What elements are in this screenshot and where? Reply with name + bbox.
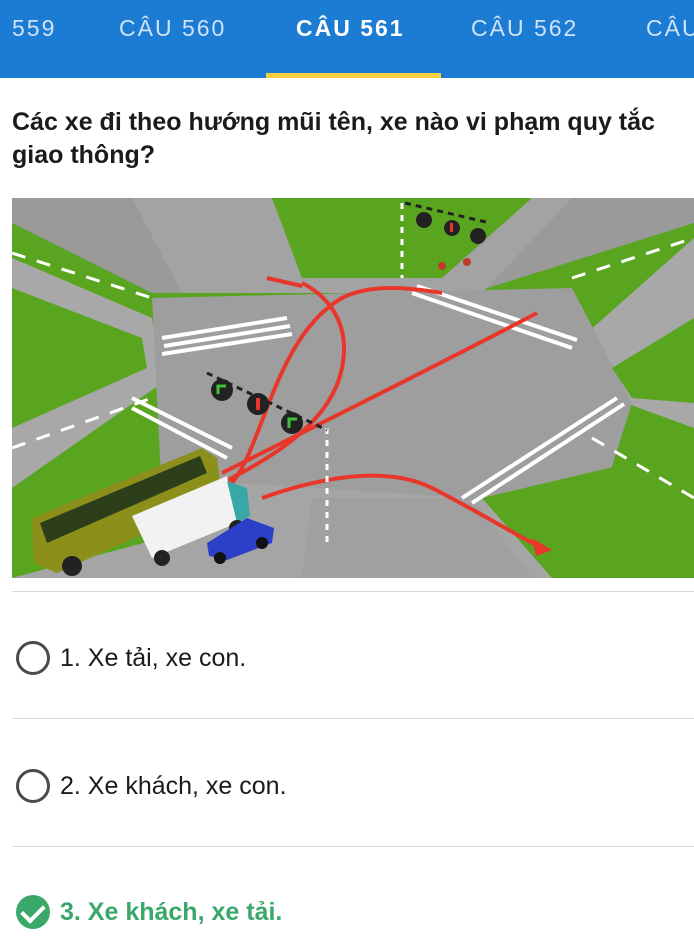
divider	[12, 591, 694, 592]
answer-label: 2. Xe khách, xe con.	[60, 771, 287, 800]
question-tab-bar: 559 CÂU 560 CÂU 561 CÂU 562 CÂU	[0, 0, 694, 78]
tab-559[interactable]: 559	[12, 0, 56, 78]
answer-label: 1. Xe tải, xe con.	[60, 643, 247, 672]
tab-cau-560[interactable]: CÂU 560	[119, 0, 226, 78]
answer-option-1[interactable]: 1. Xe tải, xe con.	[16, 636, 686, 680]
divider	[12, 718, 694, 719]
tab-cau-next[interactable]: CÂU	[646, 0, 694, 78]
active-tab-indicator	[266, 73, 441, 78]
radio-empty-icon[interactable]	[16, 641, 50, 675]
answer-option-2[interactable]: 2. Xe khách, xe con.	[16, 764, 686, 808]
tab-cau-562[interactable]: CÂU 562	[471, 0, 578, 78]
answer-option-3[interactable]: 3. Xe khách, xe tải.	[16, 890, 686, 934]
check-circle-icon[interactable]	[16, 895, 50, 929]
radio-empty-icon[interactable]	[16, 769, 50, 803]
tab-cau-561[interactable]: CÂU 561	[296, 0, 405, 78]
answer-label: 3. Xe khách, xe tải.	[60, 897, 283, 926]
intersection-illustration	[12, 198, 694, 578]
question-text: Các xe đi theo hướng mũi tên, xe nào vi …	[12, 108, 655, 169]
divider	[12, 846, 694, 847]
